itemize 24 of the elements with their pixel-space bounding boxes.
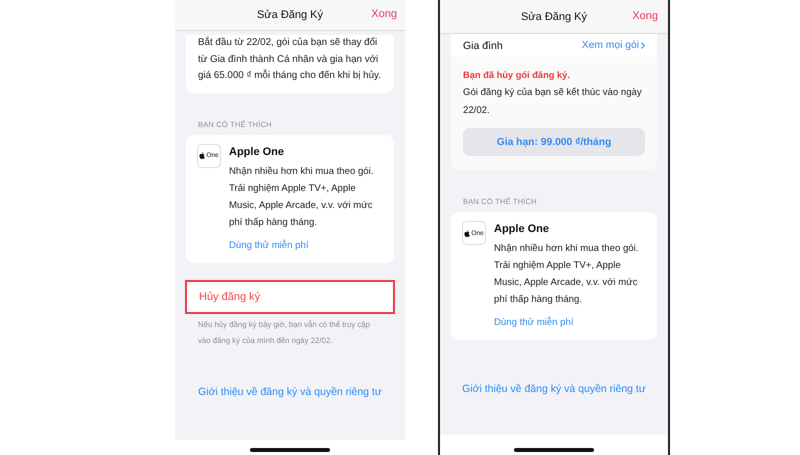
apple-icon [464, 230, 470, 236]
chevron-right-icon [641, 42, 645, 49]
done-button[interactable]: Xong [632, 10, 658, 22]
card-title: Apple One [229, 146, 286, 158]
trial-link[interactable]: Dùng thử miễn phí [494, 317, 647, 328]
apple-icon [199, 152, 206, 159]
trial-link[interactable]: Dùng thử miễn phí [229, 240, 384, 250]
card-title: Apple One [494, 223, 550, 235]
plan-name: Gia đình [463, 40, 503, 52]
card-description: Nhận nhiều hơn khi mua theo gói. Trải nghiệm Apple TV+, Apple Music, Apple Arcade, v.v. với mức phí thấp hàng tháng. [494, 242, 640, 307]
screen-title: Sửa Đăng Ký [520, 10, 588, 22]
privacy-link[interactable]: Giới thiệu về đăng ký và quyền riêng tư [462, 383, 646, 395]
done-button[interactable]: Xong [371, 8, 397, 20]
home-indicator[interactable] [250, 448, 330, 452]
privacy-link[interactable]: Giới thiệu về đăng ký và quyền riêng tư [198, 386, 382, 398]
all-plans-link[interactable]: Xem mọi gói [582, 40, 645, 51]
cancelled-notice: Bạn đã hủy gói đăng ký. [462, 69, 571, 80]
home-indicator[interactable] [514, 448, 594, 452]
cancel-subscription-button[interactable]: Hủy đăng ký [185, 280, 395, 314]
renew-button[interactable]: Gia hạn: 99.000 ₫/tháng [463, 128, 645, 156]
end-date-text: Gói đăng ký của bạn sẽ kết thúc vào ngày 22/02. [462, 86, 643, 118]
screen-title: Sửa Đăng Ký [256, 9, 324, 21]
info-card: Bắt đầu từ 22/02, gói của bạn sẽ thay đổi từ Gia đình thành Cá nhân và gia hạn với giá 65.000 ₫ mỗi tháng cho đến khi bị hủy. [186, 35, 394, 92]
card-description: Nhận nhiều hơn khi mua theo gói. Trải nghiệm Apple TV+, Apple Music, Apple Arcade, v.v. với mức phí thấp hàng tháng. [229, 164, 374, 230]
